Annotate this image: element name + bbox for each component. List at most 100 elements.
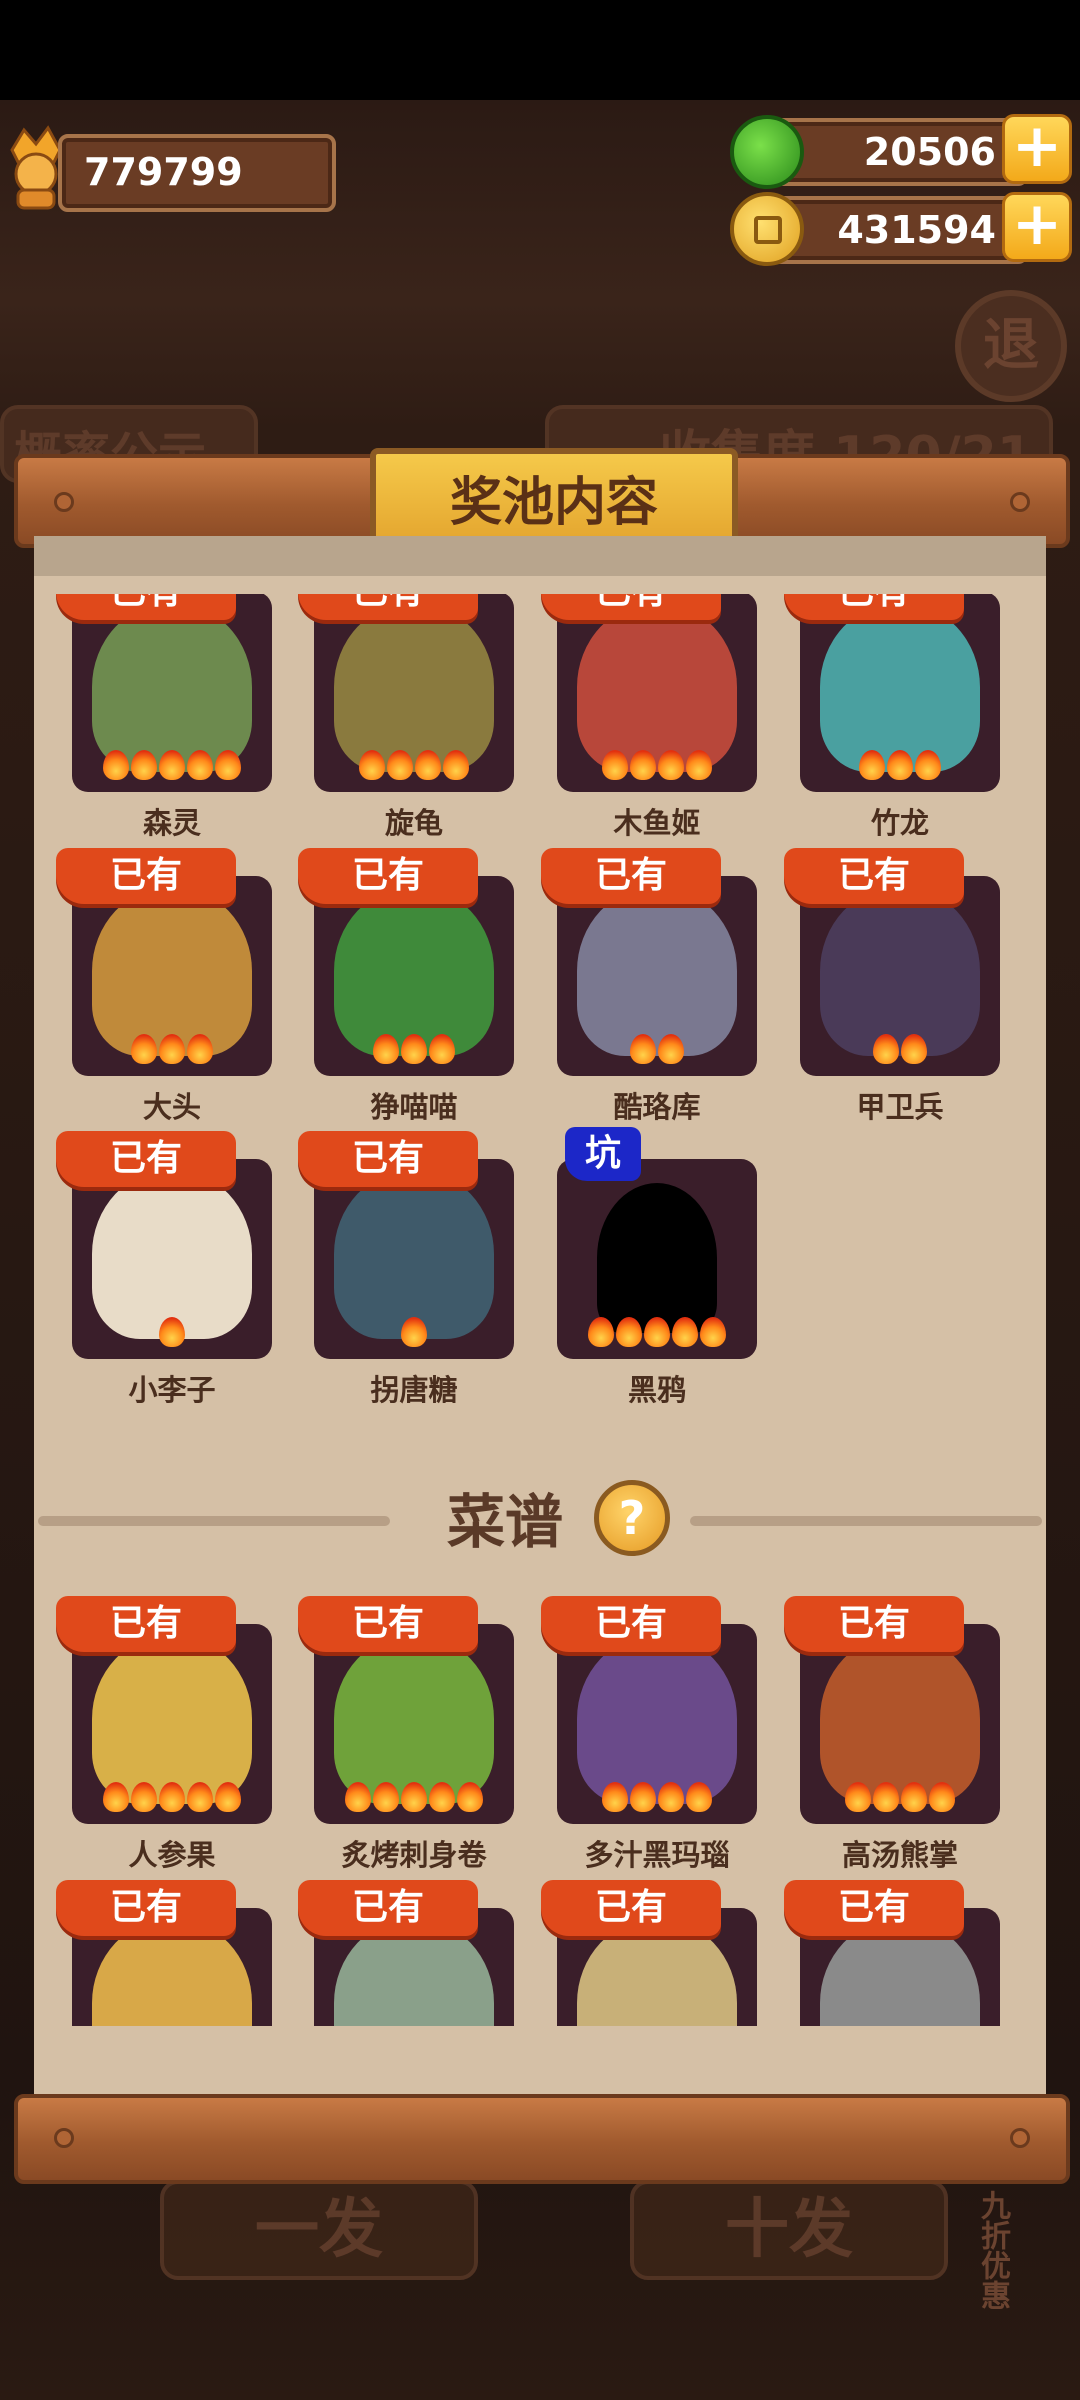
coin-icon: [730, 192, 804, 266]
character-card[interactable]: [557, 594, 757, 792]
draw-one-label: 一发: [255, 2193, 383, 2267]
character-card[interactable]: [314, 1159, 514, 1359]
flame-icon: [845, 1782, 871, 1812]
recipe-owned-badge: 已有: [56, 1880, 236, 1936]
recipe-owned-badge: 已有: [298, 1880, 478, 1936]
character-card[interactable]: [557, 876, 757, 1076]
character-name: 旋龟: [384, 806, 443, 840]
flame-icon: [159, 750, 185, 780]
flame-icon: [630, 1034, 656, 1064]
recipe-name: 人参果: [128, 1838, 216, 1872]
recipe-name: 炙烤刺身卷: [341, 1838, 487, 1872]
recipe-card[interactable]: [72, 1624, 272, 1824]
rarity-flames: [800, 1034, 1000, 1070]
recipe-owned-badge: 已有: [541, 1596, 721, 1652]
dialog-bottom-plank: [14, 2094, 1070, 2184]
flame-icon: [415, 750, 441, 780]
divider-line: [690, 1516, 1042, 1526]
flame-icon: [187, 1034, 213, 1064]
recipe-portrait: [92, 1634, 252, 1804]
rarity-flames: [557, 1782, 757, 1818]
flame-icon: [159, 1317, 185, 1347]
character-card[interactable]: [72, 1159, 272, 1359]
character-name: 甲卫兵: [856, 1090, 944, 1124]
flame-icon: [873, 1034, 899, 1064]
character-name: 狰喵喵: [370, 1090, 458, 1124]
flame-icon: [602, 1782, 628, 1812]
character-portrait: [334, 602, 494, 772]
add-gems-button[interactable]: +: [1002, 114, 1072, 184]
bolt-icon: [1010, 2128, 1030, 2148]
recipe-card[interactable]: [314, 1624, 514, 1824]
character-name: 拐唐糖: [370, 1373, 458, 1407]
recipe-portrait: [577, 1634, 737, 1804]
character-owned-badge: 已有: [541, 848, 721, 904]
flame-icon: [630, 750, 656, 780]
character-name: 酷珞库: [613, 1090, 701, 1124]
flame-icon: [103, 1782, 129, 1812]
prize-list[interactable]: 已有森灵已有旋龟已有木鱼姬已有竹龙已有大头已有狰喵喵已有酷珞库已有甲卫兵已有小李…: [34, 594, 1046, 2026]
flame-icon: [929, 1782, 955, 1812]
flame-icon: [887, 750, 913, 780]
character-card[interactable]: [72, 876, 272, 1076]
recipe-name: 多汁黑玛瑙: [584, 1838, 730, 1872]
recipe-owned-badge: 已有: [298, 1596, 478, 1652]
bolt-icon: [54, 492, 74, 512]
character-card[interactable]: [314, 876, 514, 1076]
character-owned-badge: 已有: [298, 1131, 478, 1187]
draw-one-button[interactable]: 一发: [160, 2180, 478, 2280]
flame-icon: [215, 1782, 241, 1812]
recipe-name: 高汤熊掌: [841, 1838, 958, 1872]
divider-line: [38, 1516, 390, 1526]
character-card[interactable]: [800, 876, 1000, 1076]
rarity-flames: [314, 1782, 514, 1818]
character-card[interactable]: [557, 1159, 757, 1359]
character-card[interactable]: [72, 594, 272, 792]
gem-icon: [730, 115, 804, 189]
recipe-owned-badge: 已有: [541, 1880, 721, 1936]
character-portrait: [820, 602, 980, 772]
character-portrait: [820, 886, 980, 1056]
flame-icon: [658, 750, 684, 780]
character-portrait: [92, 602, 252, 772]
flame-icon: [443, 750, 469, 780]
recipe-card[interactable]: [557, 1624, 757, 1824]
flame-icon: [700, 1317, 726, 1347]
flame-icon: [602, 750, 628, 780]
character-name: 竹龙: [870, 806, 929, 840]
character-owned-badge: 已有: [541, 594, 721, 620]
rarity-flames: [314, 750, 514, 786]
recipe-card[interactable]: [800, 1624, 1000, 1824]
flame-icon: [658, 1034, 684, 1064]
flame-icon: [187, 750, 213, 780]
flame-icon: [359, 750, 385, 780]
flame-icon: [159, 1782, 185, 1812]
character-name: 小李子: [128, 1373, 216, 1407]
flame-icon: [672, 1317, 698, 1347]
flame-icon: [131, 1782, 157, 1812]
character-card[interactable]: [800, 594, 1000, 792]
character-name: 黑鸦: [627, 1373, 686, 1407]
exit-button[interactable]: 退: [955, 290, 1067, 402]
coins-bar: 431594: [770, 196, 1028, 264]
draw-ten-button[interactable]: 十发: [630, 2180, 948, 2280]
flame-icon: [103, 750, 129, 780]
flame-icon: [630, 1782, 656, 1812]
rarity-flames: [72, 1782, 272, 1818]
character-owned-badge: 已有: [56, 1131, 236, 1187]
recipes-header: 菜谱: [446, 1488, 563, 1556]
flame-icon: [131, 750, 157, 780]
recipe-owned-badge: 已有: [56, 1596, 236, 1652]
character-owned-badge: 已有: [784, 594, 964, 620]
rarity-flames: [72, 1317, 272, 1353]
rarity-flames: [800, 1782, 1000, 1818]
help-button[interactable]: ?: [594, 1480, 670, 1556]
character-card[interactable]: [314, 594, 514, 792]
add-coins-button[interactable]: +: [1002, 192, 1072, 262]
recipe-owned-badge: 已有: [784, 1880, 964, 1936]
flame-icon: [429, 1782, 455, 1812]
rarity-flames: [557, 750, 757, 786]
flame-icon: [187, 1782, 213, 1812]
flame-icon: [401, 1317, 427, 1347]
rarity-flames: [72, 750, 272, 786]
